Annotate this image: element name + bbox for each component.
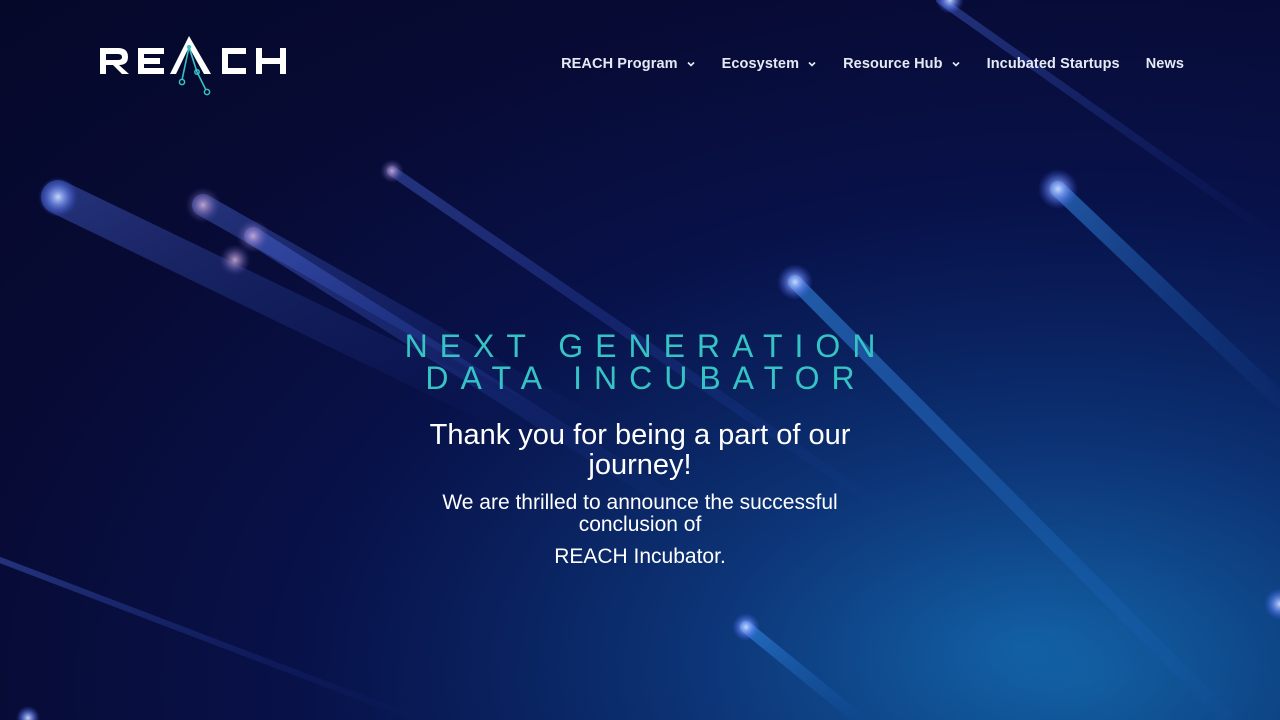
main-nav: REACH Program Ecosystem Resource Hub Inc…: [561, 56, 1184, 72]
nav-item-incubated-startups[interactable]: Incubated Startups: [987, 56, 1120, 72]
site-header: REACH Program Ecosystem Resource Hub Inc…: [0, 0, 1280, 130]
hero-subtext-incubator: REACH Incubator.: [554, 545, 726, 568]
hero-eyebrow-line2: DATA INCUBATOR: [425, 360, 867, 396]
chevron-down-icon: [952, 61, 960, 67]
nav-item-label: News: [1145, 56, 1184, 72]
nav-item-label: Incubated Startups: [986, 56, 1120, 72]
chevron-down-icon: [687, 61, 695, 67]
nav-item-ecosystem[interactable]: Ecosystem: [722, 56, 817, 72]
hero-eyebrow: NEXT GENERATION DATA INCUBATOR: [340, 330, 940, 394]
nav-item-label: Ecosystem: [721, 56, 800, 72]
reach-logo-icon: [100, 36, 286, 96]
nav-item-label: Resource Hub: [843, 56, 943, 72]
reach-logo[interactable]: [98, 34, 328, 98]
chevron-down-icon: [808, 61, 816, 67]
hero-subtext: We are thrilled to announce the successf…: [442, 491, 838, 536]
nav-item-reach-program[interactable]: REACH Program: [561, 56, 696, 72]
nav-item-label: REACH Program: [561, 56, 678, 72]
hero-section: NEXT GENERATION DATA INCUBATOR Thank you…: [340, 330, 940, 568]
nav-item-resource-hub[interactable]: Resource Hub: [843, 56, 961, 72]
hero-eyebrow-line1: NEXT GENERATION: [404, 328, 888, 364]
hero-headline: Thank you for being a part of our journe…: [429, 419, 851, 481]
nav-item-news[interactable]: News: [1146, 56, 1184, 72]
